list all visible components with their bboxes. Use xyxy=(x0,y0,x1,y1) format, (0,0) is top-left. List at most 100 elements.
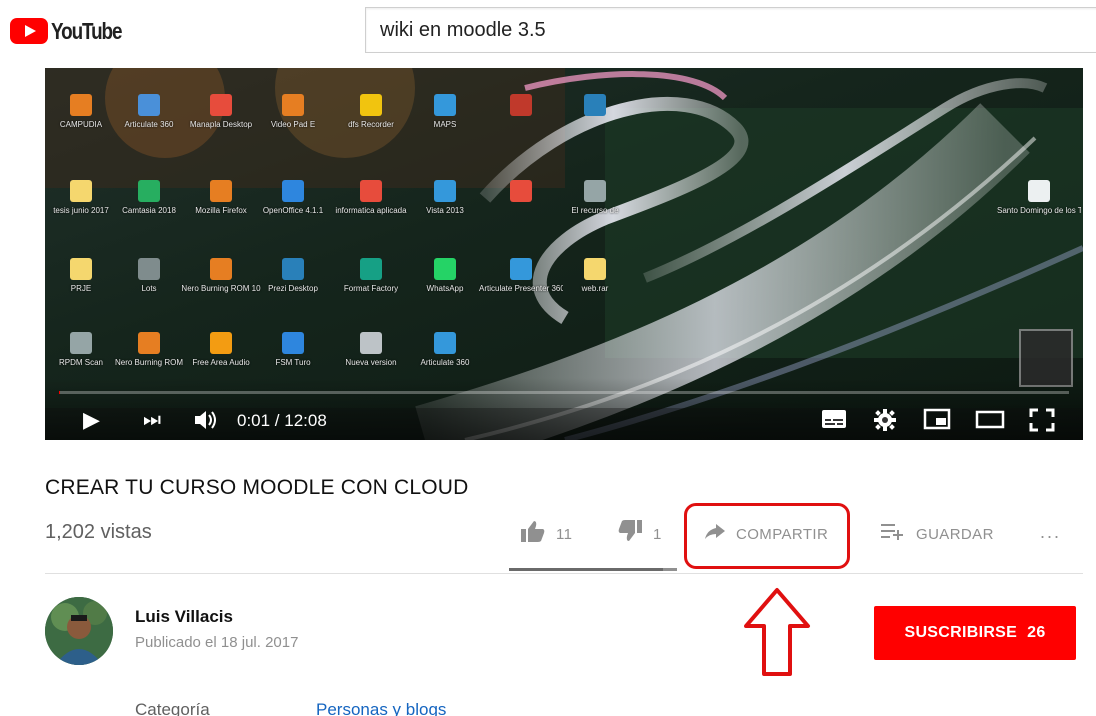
time-display: 0:01 / 12:08 xyxy=(237,411,327,430)
desktop-app-icon xyxy=(210,94,232,116)
desktop-file-icon xyxy=(1028,180,1050,202)
desktop-app-icon xyxy=(434,332,456,354)
channel-name[interactable]: Luis Villacis xyxy=(135,607,233,627)
desktop-app-icon xyxy=(584,94,606,116)
desktop-icon-label: Santo Domingo de los Tsachila xyxy=(997,206,1081,215)
desktop-icon[interactable]: Video Pad E xyxy=(251,94,335,129)
save-button[interactable]: GUARDAR xyxy=(880,520,994,548)
desktop-app-icon xyxy=(510,94,532,116)
desktop-icon-label: OpenOffice 4.1.1 xyxy=(262,206,324,215)
desktop-icon[interactable]: Articulate 360 xyxy=(403,332,487,367)
desktop-icon[interactable]: FSM Turo xyxy=(251,332,335,367)
desktop-app-icon xyxy=(360,94,382,116)
dislike-button[interactable]: 1 xyxy=(617,520,662,548)
desktop-icon[interactable]: Nueva version xyxy=(329,332,413,367)
subscriber-count: 26 xyxy=(1027,624,1046,641)
desktop-app-icon xyxy=(210,180,232,202)
desktop-app-icon xyxy=(138,180,160,202)
desktop-icon-label: informatica aplicada xyxy=(335,206,407,215)
desktop-icon-label: El recurso de xyxy=(571,206,619,215)
subtitles-icon[interactable] xyxy=(821,408,847,435)
view-count: 1,202 vistas xyxy=(45,521,152,543)
desktop-app-icon xyxy=(70,94,92,116)
more-actions-icon[interactable]: ... xyxy=(1040,518,1061,546)
youtube-logo[interactable]: YouTube xyxy=(10,18,137,44)
search-query: wiki en moodle 3.5 xyxy=(380,18,546,41)
category-label: Categoría xyxy=(135,700,210,716)
desktop-app-icon xyxy=(282,180,304,202)
desktop-icon[interactable]: Articulate Presenter 360 xyxy=(479,258,563,293)
desktop-icon-label: Prezi Desktop xyxy=(268,284,318,293)
like-button[interactable]: 11 xyxy=(520,520,572,548)
desktop-icon[interactable] xyxy=(479,180,563,206)
like-count: 11 xyxy=(556,525,573,543)
fullscreen-icon[interactable] xyxy=(1029,408,1055,437)
video-player[interactable]: CAMPUDIA Articulate 360 Manapla Desktop Vid… xyxy=(45,68,1083,440)
desktop-app-icon xyxy=(138,332,160,354)
desktop-icon-label: Nueva version xyxy=(345,358,397,367)
desktop-icon[interactable]: WhatsApp xyxy=(403,258,487,293)
desktop-app-icon xyxy=(282,332,304,354)
desktop-icon-label: web.rar xyxy=(581,284,609,293)
settings-gear-icon[interactable] xyxy=(873,408,897,437)
video-title: CREAR TU CURSO MOODLE CON CLOUD xyxy=(45,476,469,499)
desktop-app-icon xyxy=(282,258,304,280)
category-link[interactable]: Personas y blogs xyxy=(316,700,446,716)
desktop-icon-label: dfs Recorder xyxy=(348,120,394,129)
theater-mode-icon[interactable] xyxy=(975,408,1005,435)
desktop-icon[interactable]: Santo Domingo de los Tsachila xyxy=(997,180,1081,215)
sentiment-bar-fill xyxy=(509,568,664,571)
desktop-icon[interactable]: MAPS xyxy=(403,94,487,129)
progress-fill xyxy=(59,391,61,394)
desktop-icon-label: Video Pad E xyxy=(270,120,316,129)
channel-avatar[interactable] xyxy=(45,597,113,665)
desktop-app-icon xyxy=(210,332,232,354)
youtube-play-icon xyxy=(10,18,48,44)
desktop-app-icon xyxy=(584,180,606,202)
desktop-icon-label: WhatsApp xyxy=(426,284,464,293)
desktop-app-icon xyxy=(584,258,606,280)
thumbs-up-icon xyxy=(520,519,546,549)
player-controls: ▶ ⏭ 0:01 / 12:08 xyxy=(45,378,1083,440)
desktop-icon[interactable] xyxy=(479,94,563,120)
desktop-app-icon xyxy=(360,258,382,280)
desktop-app-icon xyxy=(70,258,92,280)
play-icon[interactable]: ▶ xyxy=(83,408,100,432)
desktop-icon[interactable]: El recurso de xyxy=(553,180,637,215)
desktop-icon[interactable]: Prezi Desktop xyxy=(251,258,335,293)
desktop-app-icon xyxy=(360,180,382,202)
desktop-icon-label: FSM Turo xyxy=(275,358,311,367)
sentiment-bar xyxy=(509,568,677,571)
next-icon[interactable]: ⏭ xyxy=(143,408,161,432)
subscribe-button[interactable]: SUSCRIBIRSE 26 xyxy=(874,606,1076,660)
desktop-icon-label: Vista 2013 xyxy=(426,206,464,215)
dislike-count: 1 xyxy=(653,525,662,543)
more-actions-label: ... xyxy=(1040,521,1062,542)
thumbs-down-icon xyxy=(617,519,643,549)
desktop-icon[interactable]: Vista 2013 xyxy=(403,180,487,215)
desktop-app-icon xyxy=(70,332,92,354)
desktop-app-icon xyxy=(434,94,456,116)
desktop-icon-label: Articulate Presenter 360 xyxy=(479,284,563,293)
subscribe-label: SUSCRIBIRSE xyxy=(904,624,1018,641)
desktop-icon[interactable]: web.rar xyxy=(553,258,637,293)
desktop-app-icon xyxy=(210,258,232,280)
save-label: GUARDAR xyxy=(916,525,994,543)
volume-icon[interactable] xyxy=(193,408,219,437)
desktop-app-icon xyxy=(138,94,160,116)
desktop-icon[interactable]: Format Factory xyxy=(329,258,413,293)
desktop-icon[interactable]: informatica aplicada xyxy=(329,180,413,215)
search-input[interactable]: wiki en moodle 3.5 xyxy=(365,7,1096,53)
miniplayer-icon[interactable] xyxy=(923,408,951,435)
desktop-icon-label: Format Factory xyxy=(343,284,399,293)
desktop-icon-label: MAPS xyxy=(433,120,457,129)
desktop-icon-label: Articulate 360 xyxy=(420,358,470,367)
desktop-icon[interactable]: OpenOffice 4.1.1 xyxy=(251,180,335,215)
desktop-icon[interactable] xyxy=(553,94,637,120)
progress-bar[interactable] xyxy=(59,391,1069,394)
desktop-app-icon xyxy=(70,180,92,202)
desktop-app-icon xyxy=(510,258,532,280)
annotation-arrow-icon xyxy=(744,588,810,676)
desktop-app-icon xyxy=(510,180,532,202)
desktop-icon[interactable]: dfs Recorder xyxy=(329,94,413,129)
